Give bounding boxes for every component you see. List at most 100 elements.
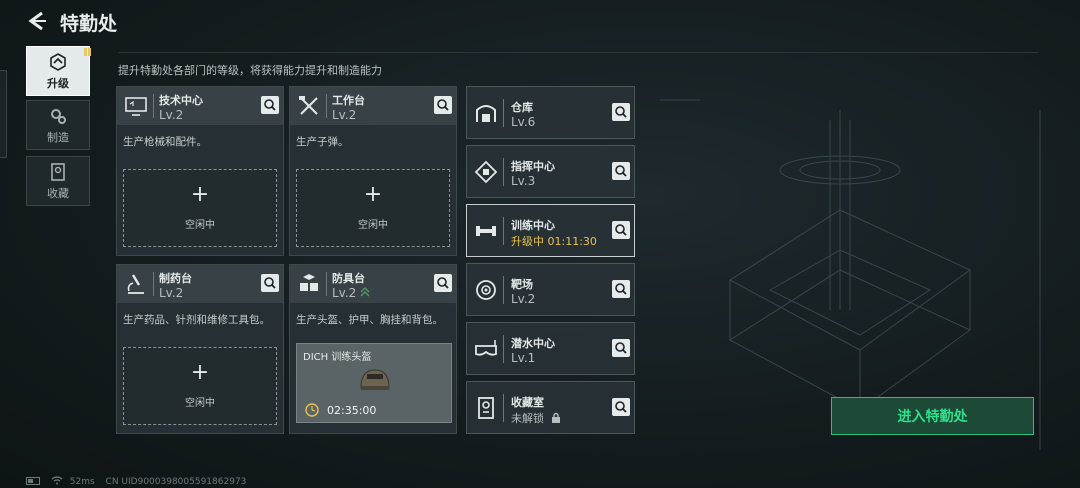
separator bbox=[503, 335, 504, 363]
clock-icon bbox=[305, 403, 319, 417]
department-card-armor-bench[interactable]: 防具台 Lv.2 生产头盔、护甲、胸挂和背包。 DICH 训练头盔 02:35:… bbox=[289, 264, 457, 434]
row-title: 指挥中心 bbox=[511, 160, 555, 173]
department-card-workbench[interactable]: 工作台 Lv.2 生产子弹。 + 空闲中 bbox=[289, 86, 457, 256]
department-row-command-center[interactable]: 指挥中心 Lv.3 bbox=[466, 145, 635, 198]
separator bbox=[503, 276, 504, 304]
crafting-slot[interactable]: DICH 训练头盔 02:35:00 bbox=[296, 343, 452, 423]
row-title: 训练中心 bbox=[511, 219, 555, 232]
divider bbox=[118, 52, 1038, 53]
search-icon[interactable] bbox=[612, 103, 630, 121]
card-level: Lv.2 bbox=[159, 286, 184, 300]
idle-label: 空闲中 bbox=[185, 220, 215, 231]
search-icon[interactable] bbox=[612, 162, 630, 180]
idle-production-slot[interactable]: + 空闲中 bbox=[296, 169, 450, 247]
separator bbox=[503, 394, 504, 422]
plus-icon: + bbox=[190, 360, 210, 385]
status-bar: 52ms CN UID9000398005591862973 bbox=[26, 476, 254, 487]
row-title: 仓库 bbox=[511, 101, 533, 114]
row-level: Lv.1 bbox=[511, 351, 536, 365]
page-subtitle: 提升特勤处各部门的等级，将获得能力提升和制造能力 bbox=[118, 64, 382, 77]
idle-label: 空闲中 bbox=[358, 220, 388, 231]
card-title: 技术中心 bbox=[159, 94, 203, 107]
row-title: 收藏室 bbox=[511, 396, 544, 409]
sidebar-item-upgrade[interactable]: 升级 bbox=[26, 46, 91, 96]
separator bbox=[326, 272, 327, 296]
row-level: Lv.6 bbox=[511, 115, 536, 129]
sidebar-item-label: 升级 bbox=[47, 76, 69, 90]
page-title: 特勤处 bbox=[60, 13, 118, 35]
monitor-icon bbox=[125, 97, 147, 116]
department-row-shooting-range[interactable]: 靶场 Lv.2 bbox=[466, 263, 635, 316]
separator bbox=[503, 217, 504, 245]
search-icon[interactable] bbox=[434, 274, 452, 292]
search-icon[interactable] bbox=[261, 96, 279, 114]
separator bbox=[503, 158, 504, 186]
notification-flag-icon bbox=[83, 46, 91, 56]
search-icon[interactable] bbox=[612, 339, 630, 357]
dumbbell-icon bbox=[476, 226, 496, 236]
card-title: 制药台 bbox=[159, 272, 192, 285]
card-description: 生产药品、针剂和维修工具包。 bbox=[123, 314, 270, 326]
locked-label: 未解锁 bbox=[511, 412, 544, 425]
department-row-diving-center[interactable]: 潜水中心 Lv.1 bbox=[466, 322, 635, 375]
upgrade-icon bbox=[50, 52, 66, 71]
sidebar-item-collection[interactable]: 收藏 bbox=[26, 156, 90, 206]
card-title: 工作台 bbox=[332, 94, 365, 107]
card-title: 防具台 bbox=[332, 272, 365, 285]
department-card-pharmacy[interactable]: 制药台 Lv.2 生产药品、针剂和维修工具包。 + 空闲中 bbox=[116, 264, 284, 434]
department-row-training-center[interactable]: 训练中心 升级中 01:11:30 bbox=[466, 204, 635, 257]
idle-label: 空闲中 bbox=[185, 398, 215, 409]
plus-icon: + bbox=[363, 182, 383, 207]
helmet-icon bbox=[360, 369, 390, 390]
sidebar-item-label: 制造 bbox=[47, 130, 69, 144]
target-icon bbox=[476, 280, 496, 300]
top-bar: 特勤处 bbox=[0, 0, 1080, 44]
card-level: Lv.2 bbox=[332, 108, 357, 122]
separator bbox=[153, 94, 154, 118]
sidebar-item-craft[interactable]: 制造 bbox=[26, 100, 90, 150]
search-icon[interactable] bbox=[434, 96, 452, 114]
row-level: Lv.3 bbox=[511, 174, 536, 188]
microscope-icon bbox=[127, 274, 144, 294]
card-description: 生产头盔、护甲、胸挂和背包。 bbox=[296, 314, 443, 326]
card-header: 防具台 Lv.2 bbox=[290, 265, 456, 303]
card-description: 生产枪械和配件。 bbox=[123, 136, 207, 148]
row-title: 潜水中心 bbox=[511, 337, 555, 350]
back-arrow-icon[interactable] bbox=[26, 10, 48, 32]
warehouse-icon bbox=[476, 105, 496, 122]
card-description: 生产子弹。 bbox=[296, 136, 349, 148]
search-icon[interactable] bbox=[612, 280, 630, 298]
idle-production-slot[interactable]: + 空闲中 bbox=[123, 169, 277, 247]
craft-timer: 02:35:00 bbox=[327, 404, 377, 417]
card-header: 制药台 Lv.2 bbox=[117, 265, 283, 303]
card-level: Lv.2 bbox=[159, 108, 184, 122]
sidebar-item-label: 收藏 bbox=[47, 186, 69, 200]
search-icon[interactable] bbox=[612, 221, 630, 239]
wifi-icon bbox=[51, 476, 63, 485]
gears-icon bbox=[51, 108, 66, 124]
card-header: 工作台 Lv.2 bbox=[290, 87, 456, 125]
battery-icon bbox=[26, 477, 40, 485]
card-level-value: Lv.2 bbox=[332, 286, 357, 300]
search-icon[interactable] bbox=[612, 398, 630, 416]
cubes-icon bbox=[300, 274, 318, 291]
user-uid: CN UID9000398005591862973 bbox=[105, 477, 247, 487]
chip-icon bbox=[474, 160, 498, 184]
side-drawer-handle[interactable] bbox=[0, 70, 7, 158]
separator bbox=[153, 272, 154, 296]
tools-icon bbox=[299, 96, 318, 115]
row-level: 未解锁 bbox=[511, 410, 561, 426]
department-card-tech-center[interactable]: 技术中心 Lv.2 生产枪械和配件。 + 空闲中 bbox=[116, 86, 284, 256]
idle-production-slot[interactable]: + 空闲中 bbox=[123, 347, 277, 425]
department-row-collection-room[interactable]: 收藏室 未解锁 bbox=[466, 381, 635, 434]
card-header: 技术中心 Lv.2 bbox=[117, 87, 283, 125]
collection-icon bbox=[51, 162, 65, 181]
search-icon[interactable] bbox=[261, 274, 279, 292]
ping-value: 52ms bbox=[69, 477, 95, 487]
department-row-warehouse[interactable]: 仓库 Lv.6 bbox=[466, 86, 635, 139]
row-level: Lv.2 bbox=[511, 292, 536, 306]
diving-mask-icon bbox=[475, 340, 497, 356]
plus-icon: + bbox=[190, 182, 210, 207]
enter-special-ops-button[interactable]: 进入特勤处 bbox=[831, 397, 1034, 435]
craft-item-name: DICH 训练头盔 bbox=[303, 352, 372, 363]
